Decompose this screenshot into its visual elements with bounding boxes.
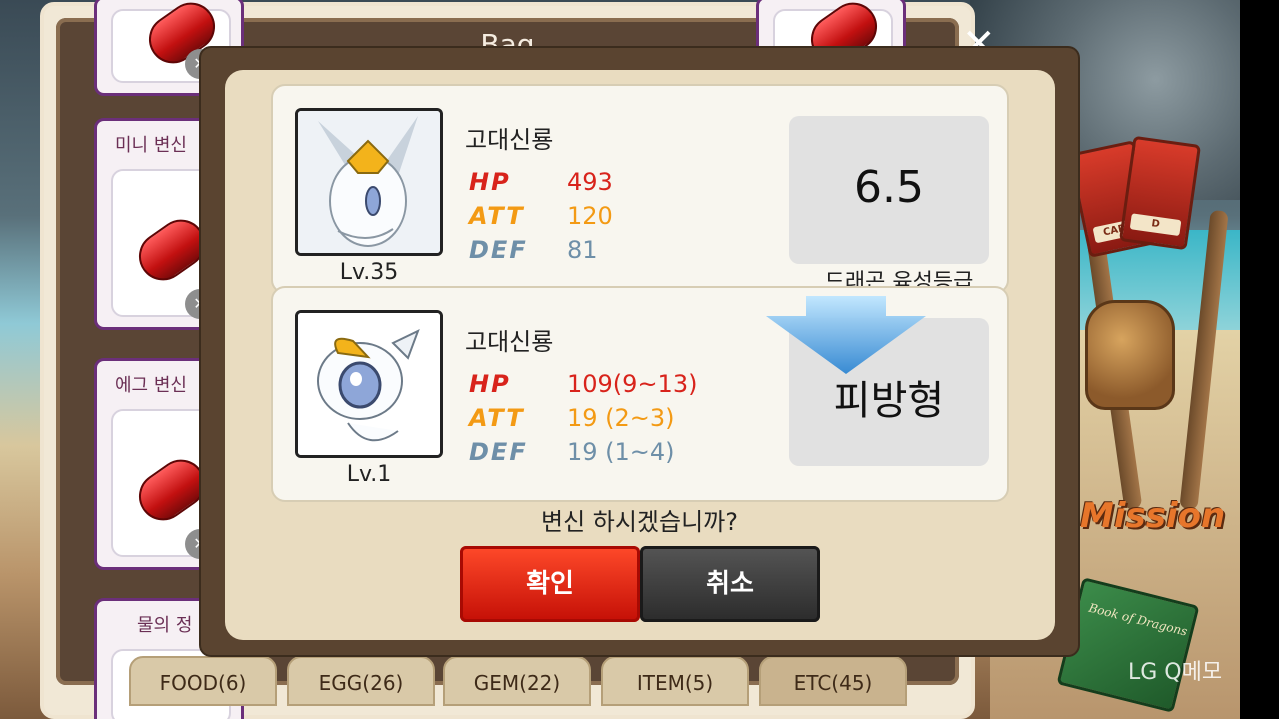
dragon-level: Lv.35 <box>339 260 399 285</box>
def-value: 81 <box>567 236 598 264</box>
card-menu-icon[interactable]: CARD D <box>1067 135 1202 260</box>
att-label: ATT <box>469 202 525 230</box>
hp-value: 493 <box>567 168 613 196</box>
lg-qmemo-watermark: LG Q메모 <box>1128 660 1223 685</box>
arrow-down-icon <box>766 296 926 374</box>
confirm-question: 변신 하시겠습니까? <box>540 508 738 536</box>
confirm-button[interactable]: 확인 <box>460 546 640 622</box>
grade-badge: 6.5 <box>789 116 989 264</box>
baby-dragon-portrait <box>295 310 443 458</box>
dragon-baby-icon <box>298 313 440 455</box>
hp-label: HP <box>469 370 511 398</box>
item-name: 물의 정 <box>137 615 193 636</box>
type-value: 피방형 <box>833 378 945 424</box>
tab-item[interactable]: ITEM(5) <box>601 656 749 706</box>
dragon-adult-icon <box>298 111 440 253</box>
card-label: D <box>1129 213 1182 237</box>
dragon-name: 고대신룡 <box>465 328 554 356</box>
adult-dragon-portrait <box>295 108 443 256</box>
def-label: DEF <box>469 438 528 466</box>
def-value: 19 (1~4) <box>567 438 675 466</box>
screen-edge <box>1240 0 1279 719</box>
bag-tabs: FOOD(6) EGG(26) GEM(22) ITEM(5) ETC(45) <box>129 656 909 706</box>
hp-value: 109(9~13) <box>567 370 698 398</box>
current-dragon-card: Lv.35 고대신룡 HP 493 ATT 120 DEF 81 6.5 드래곤… <box>271 84 1009 294</box>
backpack-icon[interactable] <box>1085 300 1175 410</box>
tab-food[interactable]: FOOD(6) <box>129 656 277 706</box>
item-name: 미니 변신 <box>115 135 187 156</box>
tab-etc[interactable]: ETC(45) <box>759 656 907 706</box>
card-icon: D <box>1118 135 1202 251</box>
dragon-name: 고대신룡 <box>465 126 554 154</box>
mission-button[interactable]: Mission <box>1080 496 1225 536</box>
hp-label: HP <box>469 168 511 196</box>
def-label: DEF <box>469 236 528 264</box>
att-value: 19 (2~3) <box>567 404 675 432</box>
tab-egg[interactable]: EGG(26) <box>287 656 435 706</box>
item-name: 에그 변신 <box>115 375 187 396</box>
cancel-button[interactable]: 취소 <box>640 546 820 622</box>
att-value: 120 <box>567 202 613 230</box>
grade-value: 6.5 <box>854 162 924 213</box>
tab-gem[interactable]: GEM(22) <box>443 656 591 706</box>
transform-dialog: Lv.35 고대신룡 HP 493 ATT 120 DEF 81 6.5 드래곤… <box>201 48 1078 655</box>
att-label: ATT <box>469 404 525 432</box>
dragon-level: Lv.1 <box>346 462 392 487</box>
book-title: Book of Dragons <box>1087 600 1189 639</box>
